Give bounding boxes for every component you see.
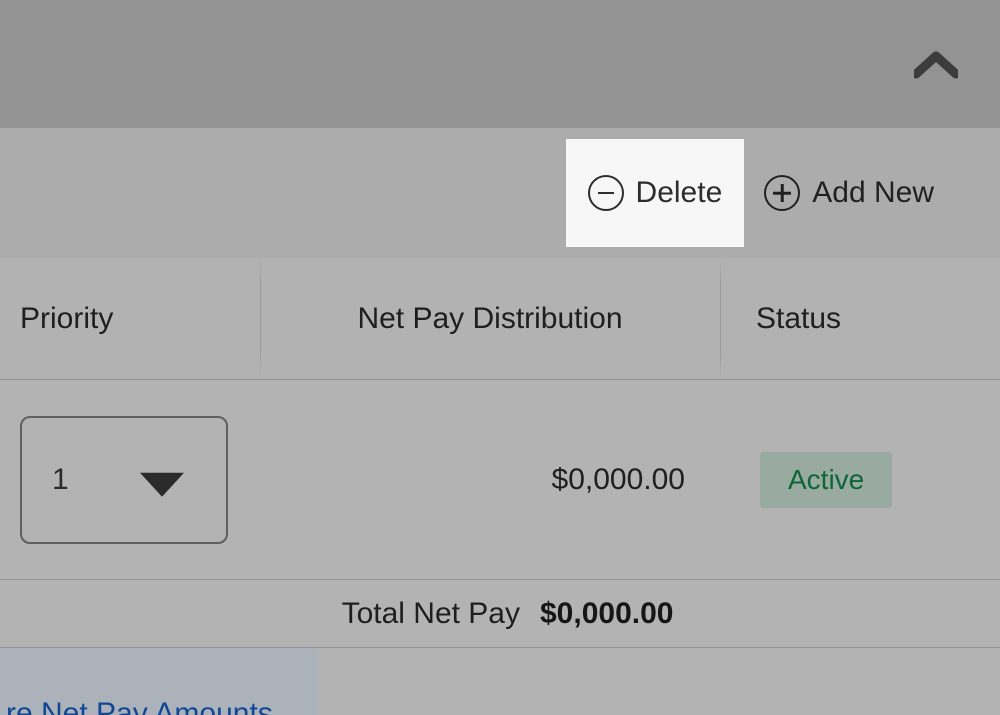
status-badge: Active	[760, 452, 892, 508]
cell-status: Active	[720, 452, 1000, 508]
footer-link-fragment[interactable]: re Net Pay Amounts	[0, 697, 273, 715]
priority-value: 1	[52, 463, 69, 497]
priority-select[interactable]: 1	[20, 416, 228, 544]
plus-circle-icon	[764, 175, 800, 211]
add-new-button[interactable]: Add New	[744, 139, 954, 247]
total-label: Total Net Pay	[0, 597, 540, 631]
table-header: Priority Net Pay Distribution Status	[0, 258, 1000, 380]
column-header-netpay: Net Pay Distribution	[260, 302, 720, 336]
cell-priority: 1	[0, 416, 260, 544]
delete-button[interactable]: Delete	[566, 139, 745, 247]
total-row: Total Net Pay $0,000.00	[0, 580, 1000, 648]
caret-down-icon	[140, 472, 184, 496]
total-value: $0,000.00	[540, 597, 673, 631]
cell-netpay-value: $0,000.00	[260, 463, 720, 497]
header-strip	[0, 0, 1000, 128]
column-header-status: Status	[720, 302, 1000, 336]
delete-label: Delete	[636, 176, 723, 210]
collapse-chevron-icon[interactable]	[914, 50, 958, 85]
minus-circle-icon	[588, 175, 624, 211]
add-new-label: Add New	[812, 176, 934, 210]
actions-row: Delete Add New	[0, 128, 1000, 258]
column-header-priority: Priority	[0, 302, 260, 336]
table-row: 1 $0,000.00 Active	[0, 380, 1000, 580]
footer-strip: re Net Pay Amounts	[0, 648, 318, 715]
